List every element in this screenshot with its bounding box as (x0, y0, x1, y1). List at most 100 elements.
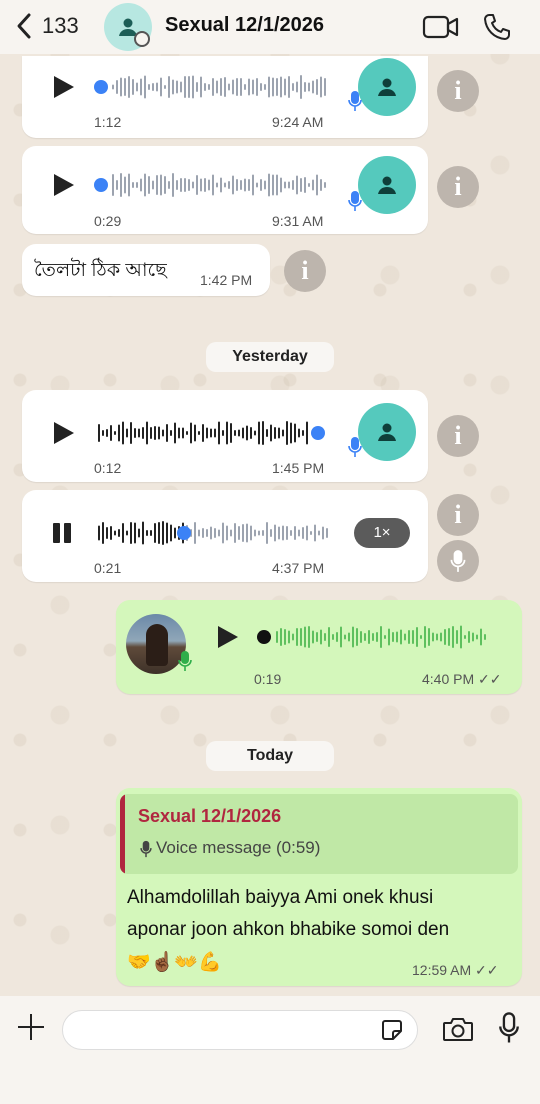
waveform-bar (416, 627, 418, 647)
message-time: 4:40 PM ✓✓ (422, 671, 502, 687)
person-icon (378, 423, 396, 441)
waveform-bar (324, 633, 326, 641)
waveform-bar (120, 77, 122, 97)
waveform-bar (236, 179, 238, 191)
waveform-bar (352, 626, 354, 648)
waveform-bar (122, 523, 124, 543)
mic-icon (140, 840, 152, 858)
waveform-bar (300, 75, 302, 99)
playback-speed-button[interactable]: 1× (354, 518, 410, 548)
message-text: Alhamdolillah baiyya Ami onek khusi (127, 887, 434, 908)
waveform-bar (216, 80, 218, 94)
waveform-bar (288, 76, 290, 98)
waveform-bar (230, 423, 232, 443)
waveform-bar (396, 631, 398, 643)
waveform-bar (204, 178, 206, 192)
waveform-bar (162, 521, 164, 545)
voice-waveform[interactable] (256, 622, 506, 650)
sticker-icon[interactable] (380, 1018, 404, 1042)
contact-avatar[interactable] (104, 3, 152, 51)
waveform-bar (404, 633, 406, 641)
chat-title[interactable]: Sexual 12/1/2026 (165, 14, 324, 37)
waveform-bar (392, 632, 394, 642)
waveform-bar (170, 524, 172, 542)
voice-waveform[interactable] (94, 72, 334, 100)
waveform-bar (244, 84, 246, 90)
waveform-bar (290, 530, 292, 536)
waveform-bar (302, 527, 304, 539)
play-icon[interactable] (54, 76, 74, 98)
waveform-bar (142, 521, 144, 545)
waveform-bar (278, 526, 280, 540)
waveform-bar (282, 429, 284, 437)
waveform-bar (274, 524, 276, 542)
waveform-bar (310, 531, 312, 535)
waveform-bar (284, 181, 286, 189)
waveform-bar (288, 181, 290, 189)
mic-icon (178, 651, 192, 671)
waveform-bar (118, 529, 120, 537)
waveform-bar (106, 527, 108, 539)
waveform-bar (320, 179, 322, 191)
waveform-bar (476, 634, 478, 640)
waveform-bar (136, 182, 138, 188)
waveform-bar (194, 522, 196, 544)
waveform-bar (258, 421, 260, 445)
attach-plus-icon[interactable] (16, 1012, 46, 1042)
waveform-bar (250, 427, 252, 439)
waveform-bar (226, 525, 228, 541)
waveform-bar (260, 83, 262, 91)
voice-duration: 0:29 (94, 213, 122, 229)
waveform-bar (138, 528, 140, 538)
waveform-bar (268, 76, 270, 98)
waveform-bar (140, 78, 142, 96)
waveform-bar (180, 81, 182, 93)
waveform-bar (146, 421, 148, 445)
play-icon[interactable] (54, 422, 74, 444)
waveform-bar (294, 526, 296, 540)
play-icon[interactable] (54, 174, 74, 196)
waveform-bar (348, 632, 350, 642)
voice-message: 1:12 9:24 AM (22, 56, 428, 138)
video-call-icon[interactable] (422, 13, 460, 41)
quoted-reply[interactable]: Sexual 12/1/2026 Voice message (0:59) (120, 794, 518, 874)
waveform-bar (472, 632, 474, 642)
waveform-bar (172, 173, 174, 197)
info-icon[interactable]: i (437, 494, 479, 536)
waveform-bar (318, 530, 320, 536)
waveform-bar (304, 177, 306, 193)
info-icon[interactable]: i (437, 415, 479, 457)
voice-waveform[interactable] (94, 170, 334, 198)
message-time: 9:31 AM (272, 213, 324, 229)
person-icon (378, 176, 396, 194)
waveform-bar (208, 179, 210, 191)
voice-waveform[interactable] (98, 518, 338, 546)
waveform-bar (180, 178, 182, 192)
waveform-bar (166, 424, 168, 442)
camera-icon[interactable] (442, 1016, 474, 1042)
pause-icon[interactable] (52, 523, 74, 543)
waveform-bar (440, 632, 442, 642)
date-separator: Today (206, 741, 334, 771)
waveform-bar (324, 182, 326, 188)
message-input[interactable] (62, 1010, 418, 1050)
waveform-bar (288, 630, 290, 644)
waveform-bar (124, 78, 126, 96)
voice-message: 0:29 9:31 AM (22, 146, 428, 234)
info-icon[interactable]: i (437, 166, 479, 208)
waveform-bar (278, 427, 280, 439)
info-icon[interactable]: i (284, 250, 326, 292)
waveform-bar (456, 630, 458, 644)
waveform-bar (376, 632, 378, 642)
waveform-bar (110, 425, 112, 441)
waveform-bar (130, 522, 132, 544)
play-icon[interactable] (218, 626, 238, 648)
waveform-bar (262, 530, 264, 536)
phone-call-icon[interactable] (482, 12, 512, 42)
voice-waveform[interactable] (98, 418, 338, 446)
back-button[interactable]: 133 (14, 12, 79, 40)
mic-icon[interactable] (498, 1012, 520, 1044)
sender-avatar (358, 156, 416, 214)
waveform-bar (258, 530, 260, 536)
info-icon[interactable]: i (437, 70, 479, 112)
